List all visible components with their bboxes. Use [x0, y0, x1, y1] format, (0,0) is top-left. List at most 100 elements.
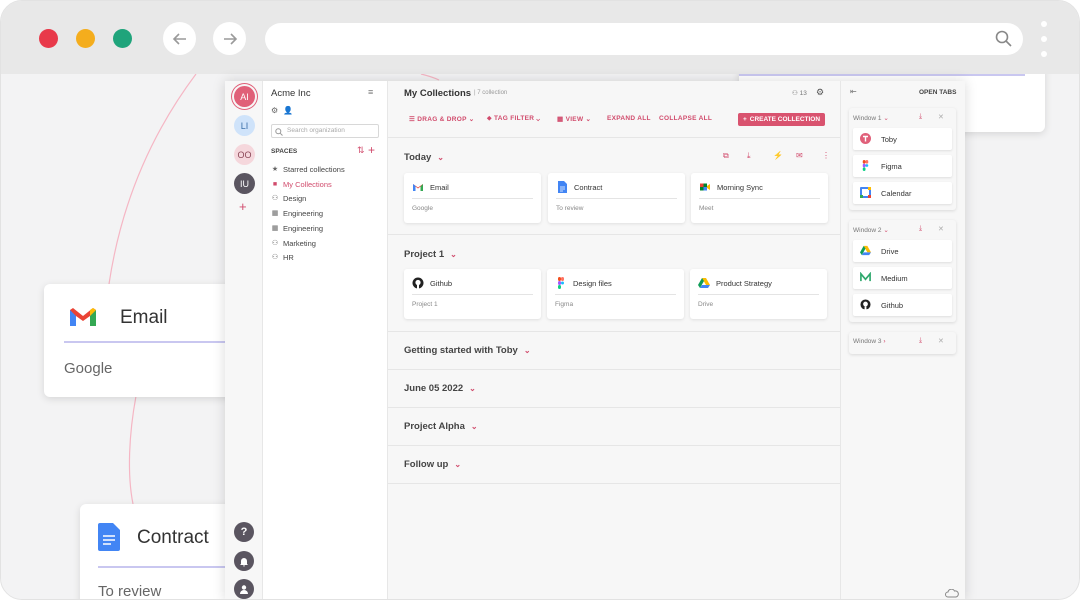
- settings-gear-icon[interactable]: ⚙: [816, 87, 824, 98]
- more-options-icon[interactable]: ⋮: [822, 151, 830, 160]
- collection-title: Project Alpha: [404, 421, 465, 432]
- window-header[interactable]: Window 2 ⌄: [853, 226, 889, 234]
- create-collection-label: CREATE COLLECTION: [749, 116, 821, 123]
- tag-filter-button[interactable]: ⬥ TAG FILTER ⌄: [487, 115, 540, 123]
- close-window-button[interactable]: [39, 29, 58, 48]
- collection-june-05-2022[interactable]: June 05 2022 ⌄: [388, 369, 840, 407]
- collection-title: June 05 2022: [404, 383, 464, 394]
- close-icon[interactable]: ✕: [938, 225, 944, 233]
- tab-title: Toby: [881, 135, 897, 144]
- download-icon[interactable]: ⤓: [747, 151, 751, 161]
- collection-title: Getting started with Toby: [404, 345, 518, 356]
- sidebar-item-label: Starred collections: [283, 165, 345, 174]
- bell-icon[interactable]: [234, 551, 254, 571]
- add-member-icon[interactable]: 👤: [283, 106, 293, 115]
- card-github[interactable]: Github Project 1: [404, 269, 541, 319]
- close-icon[interactable]: ✕: [938, 337, 944, 345]
- search-organization-input[interactable]: Search organization: [271, 124, 379, 138]
- collection-header[interactable]: Follow up ⌄: [404, 459, 461, 470]
- tab-github[interactable]: Github: [853, 294, 952, 316]
- card-title: Email: [430, 183, 449, 192]
- drag-drop-label: DRAG & DROP: [417, 116, 467, 123]
- collection-header[interactable]: Getting started with Toby ⌄: [404, 345, 531, 356]
- sidebar-item-engineering-2[interactable]: ▦ Engineering: [271, 224, 323, 233]
- sidebar-item-my-collections[interactable]: ■ My Collections: [271, 180, 332, 189]
- collection-header[interactable]: Project 1 ⌄: [404, 249, 457, 260]
- collapse-sidebar-icon[interactable]: ≡: [368, 87, 373, 97]
- open-all-icon[interactable]: ⧉: [723, 151, 729, 161]
- drag-drop-button[interactable]: ☰ DRAG & DROP ⌄: [409, 115, 475, 123]
- tab-medium[interactable]: Medium: [853, 267, 952, 289]
- share-icon[interactable]: ⚡: [773, 151, 783, 160]
- collection-count-text: 7 collection: [477, 90, 508, 96]
- members-button[interactable]: ⚇ 13: [792, 89, 807, 97]
- search-icon[interactable]: [995, 30, 1013, 48]
- collapse-all-button[interactable]: COLLAPSE ALL: [659, 115, 712, 122]
- forward-button[interactable]: [213, 22, 246, 55]
- window-header[interactable]: Window 1 ⌄: [853, 114, 889, 122]
- collection-header[interactable]: Today ⌄: [404, 152, 444, 163]
- tab-figma[interactable]: Figma: [853, 155, 952, 177]
- background-card-email: Email Google: [44, 284, 244, 397]
- sidebar-item-design[interactable]: ⚇ Design: [271, 194, 307, 203]
- avatar[interactable]: LI: [234, 115, 255, 136]
- maximize-window-button[interactable]: [113, 29, 132, 48]
- spaces-label: SPACES: [271, 148, 298, 155]
- collapse-panel-icon[interactable]: ⇤: [850, 87, 857, 96]
- chevron-down-icon: ⌄: [469, 384, 476, 393]
- profile-icon[interactable]: [234, 579, 254, 599]
- collection-getting-started[interactable]: Getting started with Toby ⌄: [388, 331, 840, 369]
- address-bar[interactable]: [265, 23, 1023, 55]
- close-icon[interactable]: ✕: [938, 113, 944, 121]
- collection-today: Today ⌄ ⧉ ⤓ ⚡ ✉ ⋮ Email Google Contract T…: [388, 137, 840, 234]
- expand-all-button[interactable]: EXPAND ALL: [607, 115, 651, 122]
- collection-header[interactable]: Project Alpha ⌄: [404, 421, 478, 432]
- download-icon[interactable]: ⤓: [919, 225, 922, 233]
- sidebar-item-engineering[interactable]: ▦ Engineering: [271, 209, 323, 218]
- tab-drive[interactable]: Drive: [853, 240, 952, 262]
- add-space-button[interactable]: +: [368, 143, 375, 157]
- card-subtitle: Meet: [699, 205, 714, 212]
- sidebar-item-hr[interactable]: ⚇ HR: [271, 253, 294, 262]
- back-button[interactable]: [163, 22, 196, 55]
- sidebar-item-label: Engineering: [283, 209, 324, 218]
- sidebar-item-label: My Collections: [283, 180, 332, 189]
- lock-icon: ■: [272, 180, 278, 188]
- collection-title: Follow up: [404, 459, 449, 470]
- building-icon: ▦: [271, 209, 279, 217]
- avatar[interactable]: IU: [234, 173, 255, 194]
- settings-gear-icon[interactable]: ⚙: [271, 106, 278, 115]
- github-icon: [860, 299, 871, 310]
- card-product-strategy[interactable]: Product Strategy Drive: [690, 269, 827, 319]
- avatar[interactable]: AI: [234, 86, 255, 107]
- card-contract[interactable]: Contract To review: [548, 173, 685, 223]
- cloud-sync-icon[interactable]: [945, 589, 959, 598]
- card-subtitle: Google: [412, 205, 433, 212]
- comment-icon[interactable]: ✉: [796, 151, 803, 160]
- collection-header[interactable]: June 05 2022 ⌄: [404, 383, 476, 394]
- tab-calendar[interactable]: Calendar: [853, 182, 952, 204]
- add-workspace-button[interactable]: +: [239, 199, 247, 214]
- card-email[interactable]: Email Google: [404, 173, 541, 223]
- help-icon[interactable]: ?: [234, 522, 254, 542]
- sort-icon[interactable]: ⇅: [357, 145, 365, 156]
- sidebar-item-starred[interactable]: ★ Starred collections: [271, 165, 345, 174]
- minimize-window-button[interactable]: [76, 29, 95, 48]
- card-morning-sync[interactable]: Morning Sync Meet: [691, 173, 828, 223]
- figma-icon: [558, 277, 564, 289]
- browser-menu-button[interactable]: [1040, 21, 1048, 57]
- avatar[interactable]: OO: [234, 144, 255, 165]
- tab-toby[interactable]: Toby: [853, 128, 952, 150]
- sidebar-item-marketing[interactable]: ⚇ Marketing: [271, 239, 316, 248]
- gmail-icon: [70, 308, 96, 326]
- collection-project-alpha[interactable]: Project Alpha ⌄: [388, 407, 840, 445]
- view-button[interactable]: ▦ VIEW ⌄: [557, 115, 591, 123]
- people-icon: ⚇: [271, 253, 279, 261]
- collection-follow-up[interactable]: Follow up ⌄: [388, 445, 840, 484]
- download-icon[interactable]: ⤓: [919, 113, 922, 121]
- card-design-files[interactable]: Design files Figma: [547, 269, 684, 319]
- download-icon[interactable]: ⤓: [919, 337, 922, 345]
- card-subtitle: Figma: [555, 301, 574, 308]
- create-collection-button[interactable]: + CREATE COLLECTION: [738, 113, 825, 126]
- window-header[interactable]: Window 3 ›: [853, 338, 886, 345]
